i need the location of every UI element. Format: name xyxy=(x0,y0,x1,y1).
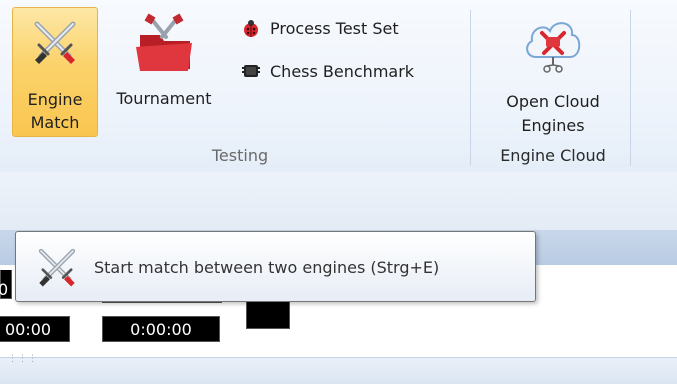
engine-match-label-line2: Match xyxy=(30,113,80,132)
process-test-set-button[interactable]: Process Test Set xyxy=(240,15,399,41)
engine-cloud-group-label: Engine Cloud xyxy=(500,146,606,165)
open-cloud-engines-label-line2: Engines xyxy=(521,116,585,135)
engine-match-label-line1: Engine xyxy=(27,90,83,109)
cloud-engine-icon xyxy=(522,13,584,82)
crossed-swords-icon xyxy=(34,244,80,294)
left-clock: 00:00 xyxy=(0,316,70,342)
chess-benchmark-label: Chess Benchmark xyxy=(270,61,415,81)
ribbon: Engine Match Tournament Process Test Set… xyxy=(0,0,677,173)
group-separator xyxy=(470,10,471,166)
testing-group-label: Testing xyxy=(211,146,269,165)
toolbar-band xyxy=(0,172,677,231)
tournament-label: Tournament xyxy=(116,89,212,108)
process-test-set-label: Process Test Set xyxy=(270,18,399,38)
engine-match-button[interactable]: Engine Match xyxy=(12,7,98,137)
group-separator xyxy=(630,10,631,166)
open-cloud-engines-label-line1: Open Cloud xyxy=(506,92,600,111)
tooltip-text: Start match between two engines (Strg+E) xyxy=(94,258,440,277)
ladybug-icon xyxy=(240,17,262,39)
chess-benchmark-button[interactable]: Chess Benchmark xyxy=(240,58,414,84)
tooltip: Start match between two engines (Strg+E) xyxy=(15,231,536,302)
tournament-button[interactable]: Tournament xyxy=(100,7,228,137)
tournament-folder-icon xyxy=(132,13,196,80)
crossed-swords-icon xyxy=(29,16,81,73)
resize-grip-icon[interactable]: ⋮⋮⋮ xyxy=(8,354,38,364)
open-cloud-engines-button[interactable]: Open Cloud Engines xyxy=(478,7,628,137)
chip-icon xyxy=(240,60,262,82)
right-clock: 0:00:00 xyxy=(102,316,220,342)
left-clock-top-text: 0 xyxy=(0,280,9,299)
panel-bottom-bar xyxy=(0,357,677,384)
